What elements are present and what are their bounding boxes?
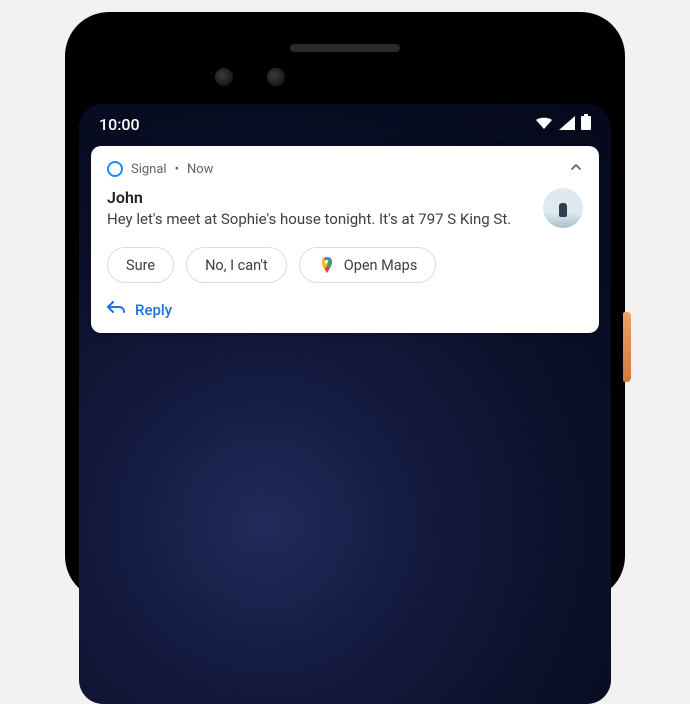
- reply-label: Reply: [135, 301, 172, 319]
- sender-avatar[interactable]: [543, 188, 583, 228]
- reply-button[interactable]: Reply: [107, 301, 583, 319]
- phone-frame: 10:00 Signal • Now: [65, 12, 625, 600]
- signal-app-icon: [107, 161, 123, 177]
- speaker-grille: [290, 44, 400, 52]
- google-maps-icon: [318, 256, 336, 274]
- message-body: Hey let's meet at Sophie's house tonight…: [107, 209, 531, 229]
- separator-dot: •: [175, 162, 179, 177]
- reply-chip-sure[interactable]: Sure: [107, 247, 174, 283]
- front-camera-icon: [215, 68, 233, 86]
- action-chip-open-maps[interactable]: Open Maps: [299, 247, 437, 283]
- battery-icon: [581, 114, 591, 134]
- collapse-chevron-icon[interactable]: [569, 160, 583, 178]
- power-button[interactable]: [623, 312, 631, 382]
- app-name-label: Signal: [131, 162, 167, 177]
- front-camera-icon: [267, 68, 285, 86]
- chip-label: Sure: [126, 257, 155, 274]
- cell-signal-icon: [559, 115, 575, 134]
- status-bar: 10:00: [79, 104, 611, 140]
- chip-label: No, I can't: [205, 257, 268, 274]
- clock-label: 10:00: [99, 115, 140, 134]
- phone-screen: 10:00 Signal • Now: [79, 104, 611, 704]
- notification-time-label: Now: [187, 162, 213, 177]
- reply-arrow-icon: [107, 301, 125, 319]
- notification-card[interactable]: Signal • Now John Hey let's meet at Soph…: [91, 146, 599, 333]
- chip-label: Open Maps: [344, 257, 418, 274]
- smart-reply-row: Sure No, I can't Open: [107, 247, 583, 283]
- sender-name: John: [107, 188, 531, 207]
- reply-chip-no[interactable]: No, I can't: [186, 247, 287, 283]
- wifi-icon: [535, 115, 553, 134]
- notification-header: Signal • Now: [107, 160, 583, 178]
